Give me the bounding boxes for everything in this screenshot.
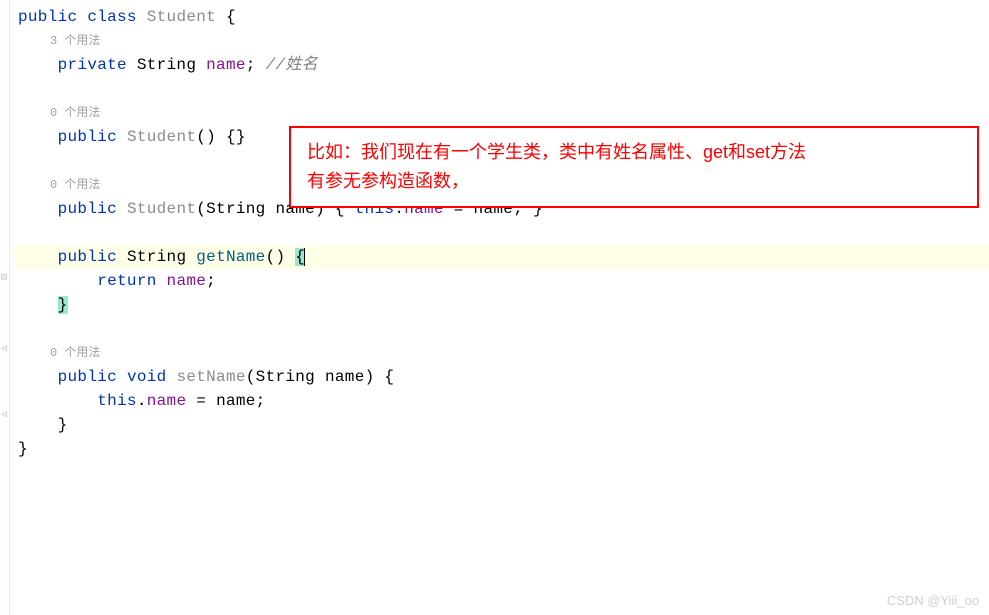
keyword-void: void [127, 368, 167, 386]
blank-line[interactable] [14, 317, 989, 341]
keyword-class: class [87, 8, 137, 26]
code-line[interactable]: } [14, 293, 989, 317]
code-line[interactable]: } [14, 437, 989, 461]
annotation-line-1: 比如：我们现在有一个学生类，类中有姓名属性、get和set方法 [307, 138, 961, 167]
parens-braces: () {} [196, 128, 246, 146]
paren-open: ( [246, 368, 256, 386]
gutter-change-icon[interactable]: ◁ [1, 408, 9, 416]
brace-close: } [18, 440, 28, 458]
gutter-change-icon[interactable]: ◁ [1, 342, 9, 350]
code-line[interactable]: private String name; //姓名 [14, 53, 989, 77]
keyword-public: public [58, 368, 117, 386]
method-name: getName [196, 248, 265, 266]
usage-hint[interactable]: 0 个用法 [50, 341, 989, 365]
watermark: CSDN @Yiii_oo [887, 591, 979, 611]
class-name: Student [147, 8, 216, 26]
field-ref: name [147, 392, 187, 410]
blank-line[interactable] [14, 77, 989, 101]
keyword-public: public [18, 8, 77, 26]
code-editor[interactable]: public class Student { 3 个用法 private Str… [14, 5, 989, 461]
brace-highlighted: } [58, 296, 68, 314]
equals: = [186, 392, 216, 410]
keyword-public: public [58, 248, 117, 266]
code-line-active[interactable]: public String getName() { [14, 245, 989, 269]
brace-close: } [58, 416, 68, 434]
usage-hint[interactable]: 3 个用法 [50, 29, 989, 53]
code-line[interactable]: this.name = name; [14, 389, 989, 413]
annotation-line-2: 有参无参构造函数， [307, 167, 961, 196]
constructor-name: Student [127, 128, 196, 146]
keyword-private: private [58, 56, 127, 74]
gutter-fold-icon[interactable]: ⊟ [1, 271, 9, 279]
keyword-return: return [97, 272, 156, 290]
semicolon: ; [206, 272, 216, 290]
param-ref: name [216, 392, 256, 410]
field-name: name [206, 56, 246, 74]
keyword-public: public [58, 200, 117, 218]
editor-gutter: ⊟ ◁ ◁ [0, 0, 10, 615]
code-line[interactable]: public void setName(String name) { [14, 365, 989, 389]
comment: //姓名 [266, 56, 318, 74]
semicolon: ; [246, 56, 256, 74]
field-ref: name [167, 272, 207, 290]
method-name: setName [176, 368, 245, 386]
usage-hint[interactable]: 0 个用法 [50, 101, 989, 125]
param-name: name) { [315, 368, 394, 386]
dot: . [137, 392, 147, 410]
paren-open: ( [196, 200, 206, 218]
code-line[interactable]: public class Student { [14, 5, 989, 29]
param-type: String [206, 200, 265, 218]
type: String [137, 56, 196, 74]
parens: () [266, 248, 296, 266]
semicolon: ; [256, 392, 266, 410]
keyword-this: this [97, 392, 137, 410]
code-line[interactable]: return name; [14, 269, 989, 293]
annotation-callout: 比如：我们现在有一个学生类，类中有姓名属性、get和set方法 有参无参构造函数… [289, 126, 979, 208]
constructor-name: Student [127, 200, 196, 218]
blank-line[interactable] [14, 221, 989, 245]
text-caret [304, 248, 305, 266]
param-type: String [256, 368, 315, 386]
code-line[interactable]: } [14, 413, 989, 437]
brace: { [216, 8, 236, 26]
return-type: String [127, 248, 186, 266]
keyword-public: public [58, 128, 117, 146]
